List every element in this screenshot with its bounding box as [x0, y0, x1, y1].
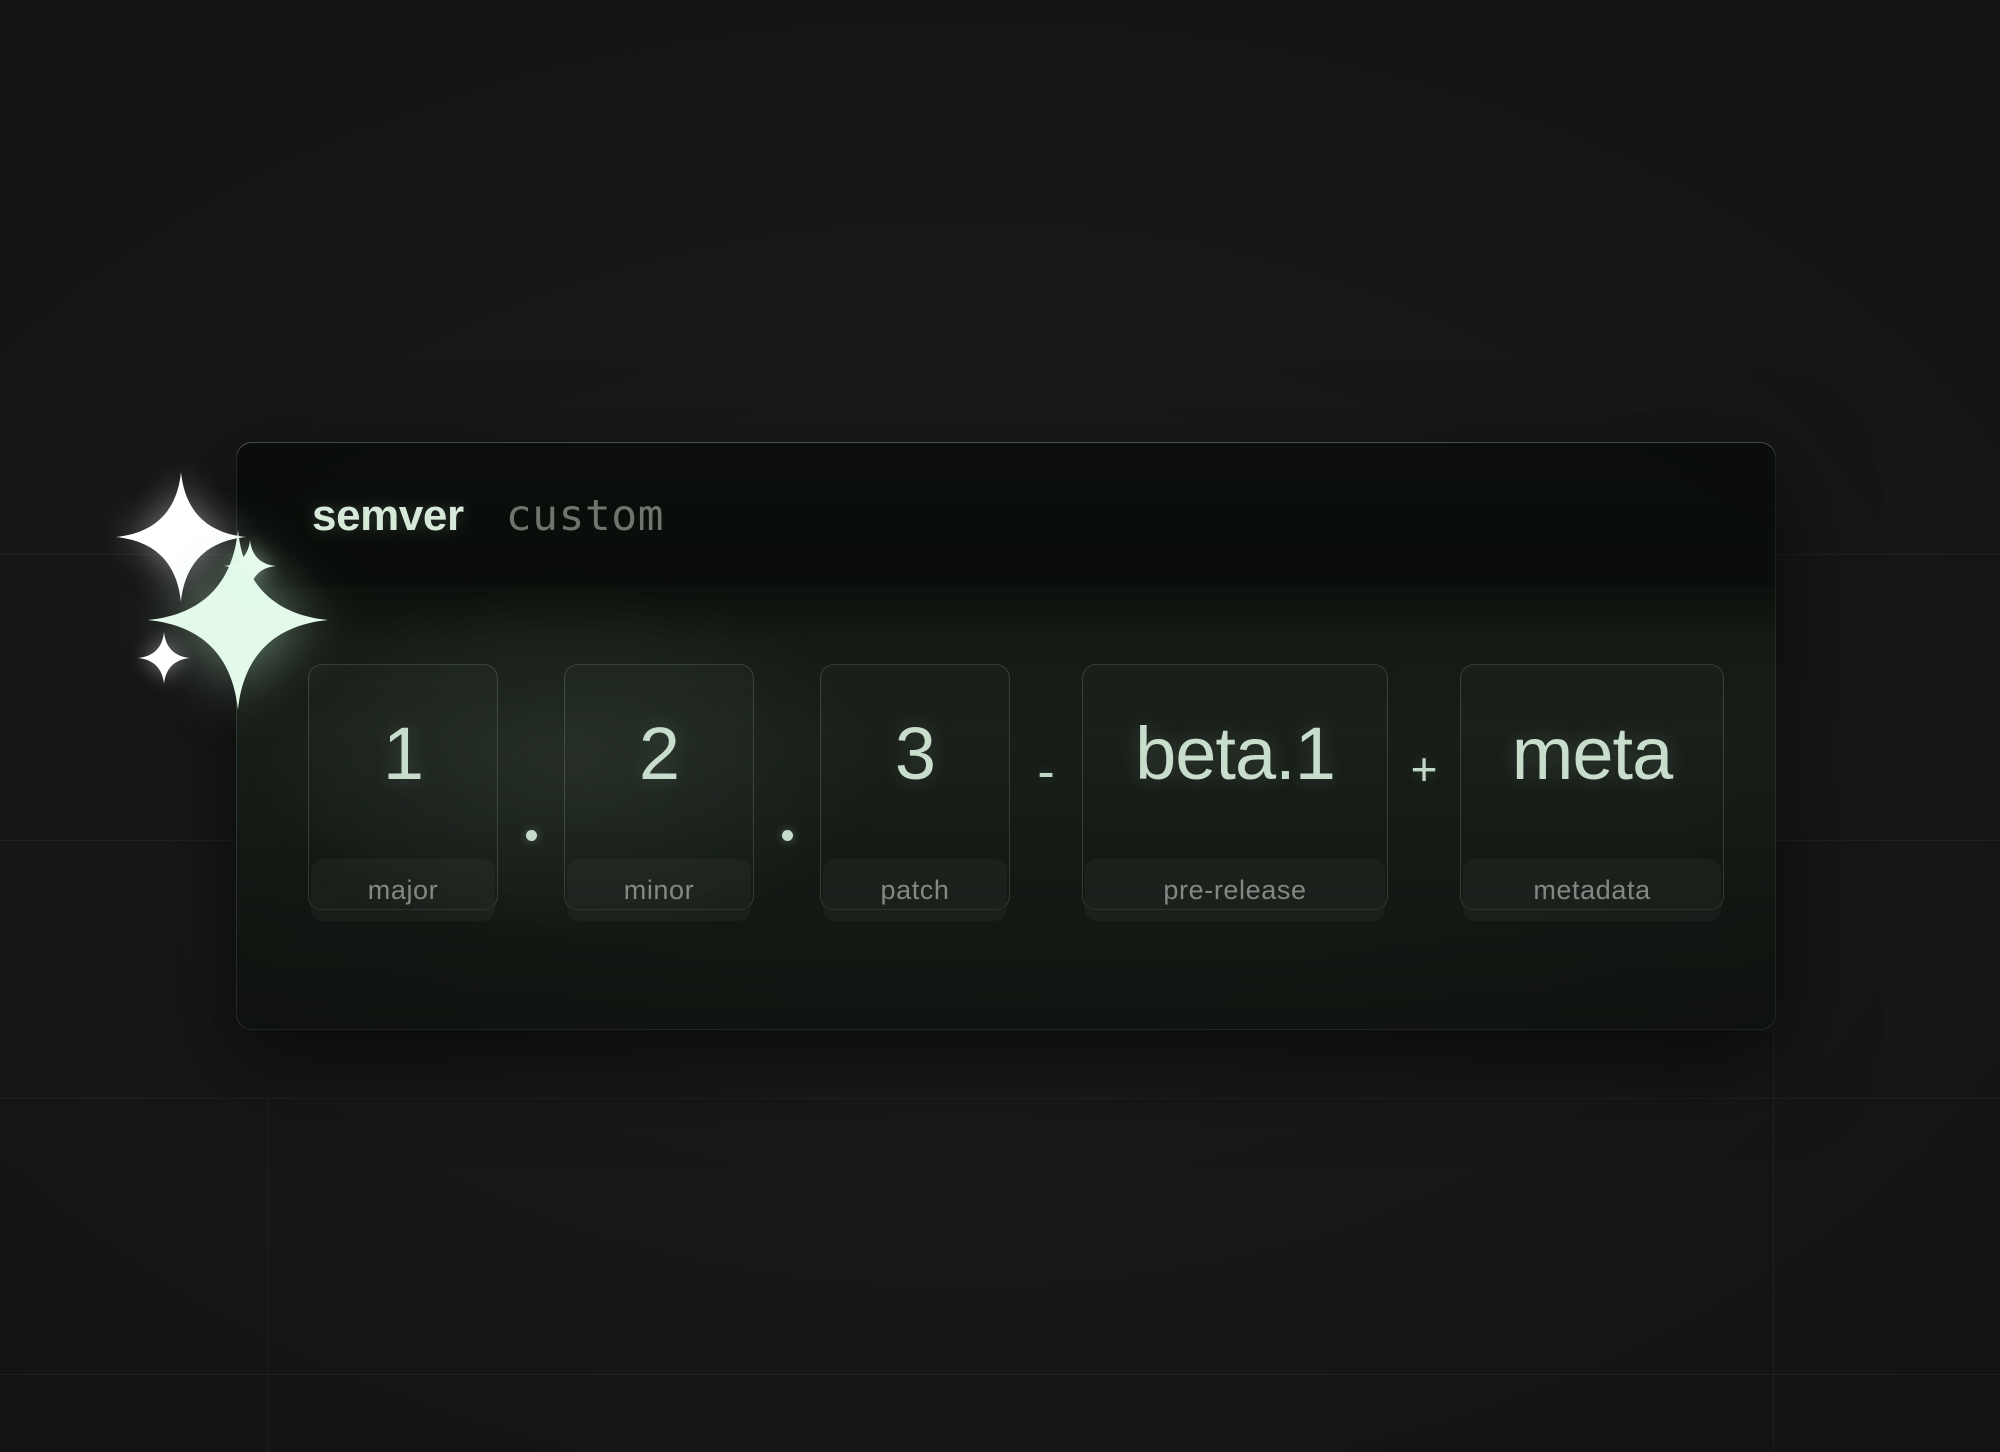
field-patch[interactable]: 3 patch [820, 664, 1010, 910]
dot-icon [781, 829, 793, 841]
field-major-value: 1 [382, 712, 424, 795]
separator-plus: + [1410, 743, 1438, 795]
semver-builder-card: semver custom 1 major 2 minor 3 patch - … [236, 442, 1776, 1030]
field-minor[interactable]: 2 minor [564, 664, 754, 910]
field-metadata-label: metadata [1463, 859, 1721, 921]
sparkle-large-white-icon [116, 472, 246, 602]
grid-line-horizontal [0, 1098, 2000, 1099]
version-fields-row: 1 major 2 minor 3 patch - beta.1 pre-rel… [236, 664, 1776, 964]
field-prerelease-label: pre-release [1085, 859, 1385, 921]
card-header: semver custom [236, 442, 1776, 590]
field-metadata-value: meta [1511, 712, 1674, 795]
field-major-label: major [311, 859, 495, 921]
separator-hyphen: - [1037, 743, 1055, 801]
canvas: semver custom 1 major 2 minor 3 patch - … [0, 0, 2000, 1452]
sparkle-small-white-icon [138, 632, 190, 684]
separator-dot-2 [754, 664, 820, 910]
tab-custom[interactable]: custom [506, 495, 664, 538]
header-divider [236, 590, 1776, 591]
mode-tabs: semver custom [312, 494, 664, 538]
grid-line-vertical [1773, 1032, 1774, 1452]
field-minor-label: minor [567, 859, 751, 921]
field-minor-value: 2 [638, 712, 680, 795]
field-prerelease-value: beta.1 [1135, 712, 1336, 795]
grid-line-vertical [268, 1098, 269, 1452]
field-metadata[interactable]: meta metadata [1460, 664, 1724, 910]
dot-icon [525, 829, 537, 841]
field-prerelease[interactable]: beta.1 pre-release [1082, 664, 1388, 910]
field-major[interactable]: 1 major [308, 664, 498, 910]
tab-semver[interactable]: semver [312, 494, 464, 538]
field-patch-label: patch [823, 859, 1007, 921]
separator-dot-1 [498, 664, 564, 910]
grid-line-horizontal [0, 1374, 2000, 1375]
field-patch-value: 3 [894, 712, 936, 795]
